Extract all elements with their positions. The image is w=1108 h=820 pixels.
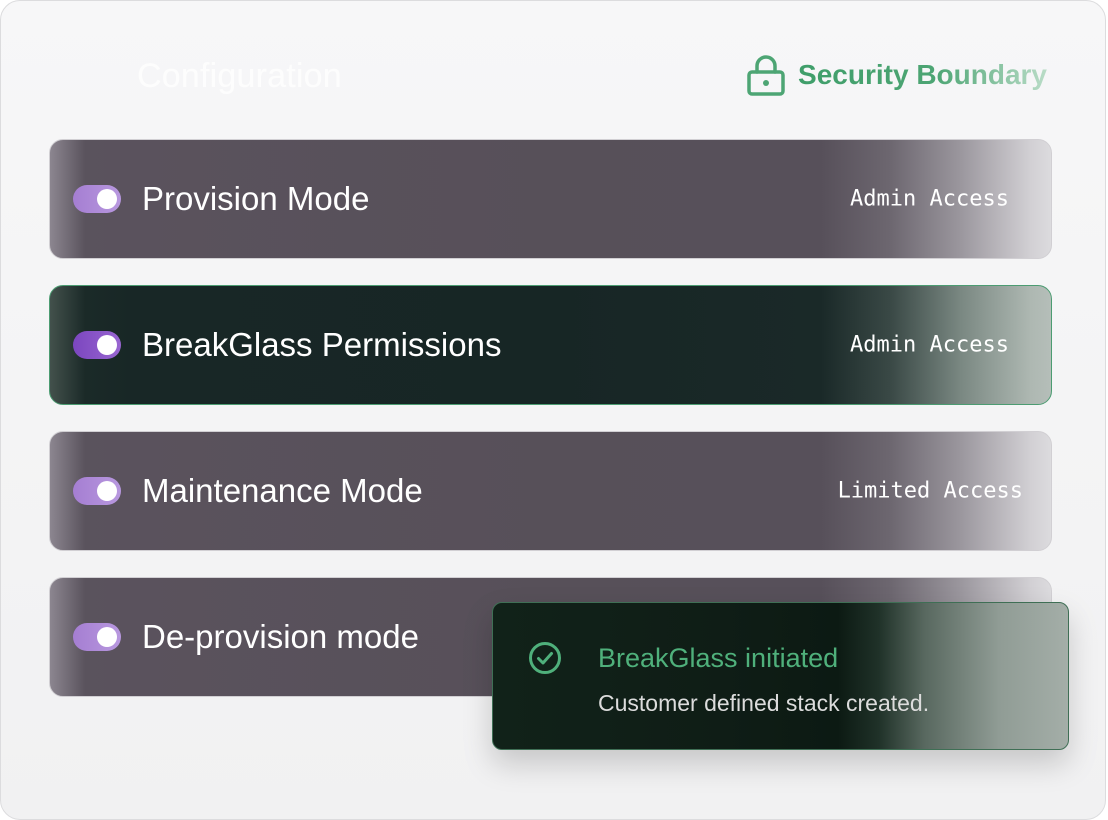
toggle-knob bbox=[97, 189, 117, 209]
toast-title: BreakGlass initiated bbox=[598, 643, 839, 673]
toggle-switch[interactable] bbox=[73, 477, 121, 505]
row-provision-mode[interactable]: Provision Mode Admin Access bbox=[49, 139, 1052, 259]
lock-icon bbox=[747, 55, 785, 96]
row-label: BreakGlass Permissions bbox=[142, 326, 502, 363]
row-label: Maintenance Mode bbox=[142, 472, 423, 509]
security-boundary-label: Security Boundary bbox=[798, 59, 1047, 90]
toggle-knob bbox=[97, 627, 117, 647]
toast-notification: BreakGlass initiated Customer defined st… bbox=[492, 602, 1069, 750]
toggle-switch[interactable] bbox=[73, 185, 121, 213]
toast-message: Customer defined stack created. bbox=[598, 690, 930, 716]
check-circle-icon bbox=[529, 642, 561, 674]
row-maintenance-mode[interactable]: Maintenance Mode Limited Access bbox=[49, 431, 1052, 551]
access-level: Limited Access bbox=[837, 478, 1023, 504]
toggle-switch[interactable] bbox=[73, 623, 121, 651]
security-boundary: Security Boundary bbox=[746, 53, 1047, 97]
row-breakglass-permissions[interactable]: BreakGlass Permissions Admin Access bbox=[49, 285, 1052, 405]
access-level: Admin Access bbox=[850, 332, 1009, 358]
row-label: Provision Mode bbox=[142, 180, 370, 217]
access-level: Admin Access bbox=[850, 186, 1009, 212]
configuration-panel: Configuration Security Boundary Provisio… bbox=[0, 0, 1106, 820]
toggle-knob bbox=[97, 481, 117, 501]
row-label: De-provision mode bbox=[142, 618, 419, 655]
panel-title: Configuration bbox=[137, 57, 342, 95]
toggle-switch[interactable] bbox=[73, 331, 121, 359]
toggle-knob bbox=[97, 335, 117, 355]
